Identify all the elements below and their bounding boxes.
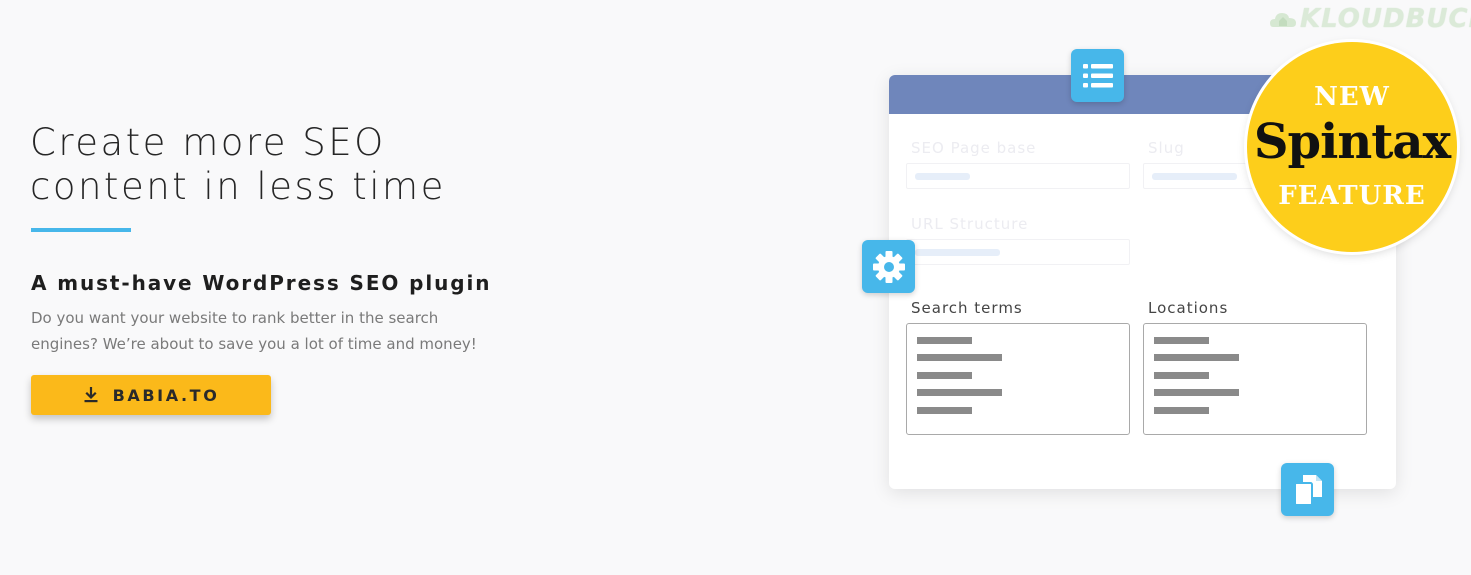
hero-description: Do you want your website to rank better … bbox=[31, 305, 531, 357]
hero-subtitle: A must-have WordPress SEO plugin bbox=[31, 271, 492, 295]
hero-title-line-2: content in less time bbox=[30, 165, 446, 208]
badge-bottom-text: FEATURE bbox=[1278, 181, 1426, 211]
seo-page-base-input bbox=[906, 163, 1130, 189]
watermark-text: KLOUDBUCKET bbox=[1300, 4, 1471, 34]
list-line bbox=[917, 372, 972, 379]
list-line bbox=[1154, 337, 1209, 344]
seo-page-base-label: SEO Page base bbox=[911, 139, 1037, 157]
cloud-house-icon bbox=[1270, 13, 1296, 27]
hero-title-line-1: Create more SEO bbox=[30, 121, 386, 164]
copy-icon bbox=[1281, 463, 1334, 516]
list-line bbox=[917, 389, 1002, 396]
hero-title: Create more SEO content in less time bbox=[30, 121, 550, 209]
url-structure-label: URL Structure bbox=[911, 215, 1029, 233]
list-line bbox=[917, 407, 972, 414]
locations-box bbox=[1143, 323, 1367, 435]
download-button-label: BABIA.TO bbox=[112, 385, 220, 405]
list-line bbox=[1154, 389, 1239, 396]
gear-icon bbox=[862, 240, 915, 293]
list-line bbox=[1154, 372, 1209, 379]
spintax-feature-badge: NEW Spintax FEATURE bbox=[1247, 42, 1457, 252]
accent-divider bbox=[31, 228, 131, 232]
list-line bbox=[1154, 407, 1209, 414]
list-line bbox=[1154, 354, 1239, 361]
download-icon bbox=[84, 387, 98, 403]
locations-label: Locations bbox=[1148, 299, 1229, 317]
hero-description-line-2: engines? We’re about to save you a lot o… bbox=[31, 335, 477, 353]
search-terms-label: Search terms bbox=[911, 299, 1023, 317]
hero-description-line-1: Do you want your website to rank better … bbox=[31, 309, 439, 327]
search-terms-box bbox=[906, 323, 1130, 435]
download-button[interactable]: BABIA.TO bbox=[31, 375, 271, 415]
badge-middle-text: Spintax bbox=[1253, 114, 1451, 170]
list-line bbox=[917, 337, 972, 344]
badge-top-text: NEW bbox=[1314, 82, 1390, 112]
kloudbucket-watermark: KLOUDBUCKET bbox=[1270, 4, 1471, 34]
list-icon bbox=[1071, 49, 1124, 102]
url-structure-input bbox=[906, 239, 1130, 265]
list-line bbox=[917, 354, 1002, 361]
slug-label: Slug bbox=[1148, 139, 1185, 157]
